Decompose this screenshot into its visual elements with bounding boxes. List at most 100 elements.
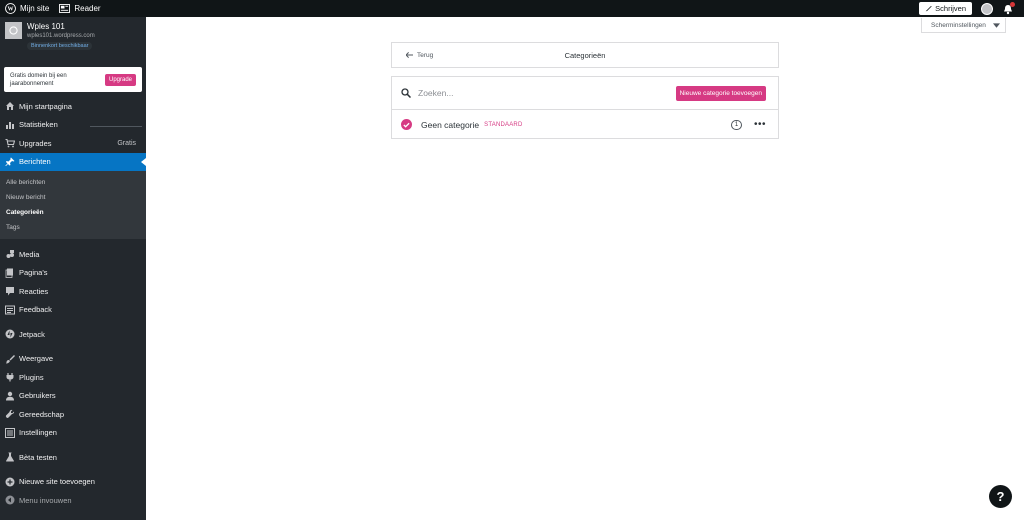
my-site-label: Mijn site (20, 4, 50, 13)
sidebar-item-label: Gereedschap (19, 409, 65, 419)
sidebar-item-stats[interactable]: Statistieken (0, 116, 146, 135)
sidebar-item-label: Media (19, 249, 40, 259)
write-button[interactable]: Schrijven (919, 2, 972, 15)
submenu-item-categories[interactable]: Categorieën (0, 205, 146, 220)
site-icon (5, 22, 22, 39)
back-label: Terug (417, 51, 434, 59)
arrow-left-icon (406, 52, 413, 58)
sidebar-item-label: Statistieken (19, 120, 58, 130)
pin-icon (5, 157, 15, 166)
sidebar-item-label: Pagina's (19, 268, 48, 278)
media-icon (6, 250, 14, 259)
screen-options-label: Scherminstellingen (931, 21, 986, 29)
page-title: Categorieën (564, 50, 606, 60)
stats-icon (6, 121, 14, 129)
sidebar-item-label: Nieuwe site toevoegen (19, 477, 95, 487)
coming-soon-badge: Binnenkort beschikbaar (27, 42, 93, 50)
sidebar-item-plugins[interactable]: Plugins (0, 368, 146, 387)
upsell-text: Gratis domein bij een jaarabonnement (10, 72, 67, 87)
sidebar-item-users[interactable]: Gebruikers (0, 387, 146, 406)
plugin-icon (6, 373, 14, 382)
submenu-item-tags[interactable]: Tags (0, 220, 146, 235)
sidebar-item-home[interactable]: Mijn startpagina (0, 97, 146, 116)
add-category-button[interactable]: Nieuwe categorie toevoegen (675, 85, 766, 101)
sidebar-item-label: Reacties (19, 286, 49, 296)
masterbar: W Mijn site Reader Schrijven (0, 0, 1024, 17)
flask-icon (6, 452, 14, 462)
sidebar-item-tools[interactable]: Gereedschap (0, 405, 146, 424)
cart-icon (5, 139, 15, 148)
more-actions-icon[interactable]: ••• (754, 119, 766, 129)
plus-circle-icon (5, 477, 15, 487)
sidebar-item-label: Feedback (19, 305, 52, 315)
feather-icon (925, 6, 932, 12)
help-button[interactable]: ? (989, 485, 1012, 508)
sidebar-item-label: Plugins (19, 372, 44, 382)
collapse-label: Menu invouwen (19, 495, 72, 505)
feedback-icon (5, 305, 15, 315)
upgrades-free-label: Gratis (117, 139, 136, 147)
sidebar-item-media[interactable]: Media (0, 245, 146, 264)
reader-label: Reader (74, 4, 101, 13)
chevron-down-icon (992, 22, 1000, 28)
sidebar-menu: Mijn startpagina Statistieken Upgrades G… (0, 97, 146, 510)
sidebar-item-label: Bèta testen (19, 452, 57, 462)
sidebar-item-label: Jetpack (19, 329, 45, 339)
domain-upsell: Gratis domein bij een jaarabonnement Upg… (4, 67, 142, 92)
sidebar-item-label: Weergave (19, 354, 54, 364)
sidebar-item-feedback[interactable]: Feedback (0, 301, 146, 320)
wrench-icon (5, 410, 15, 419)
back-button[interactable]: Terug (392, 52, 433, 59)
submenu-item-new-post[interactable]: Nieuw bericht (0, 190, 146, 205)
sidebar-item-label: Instellingen (19, 428, 57, 438)
reader-icon (59, 4, 71, 13)
category-name: Geen categorie (421, 119, 480, 130)
checkmark-icon (401, 119, 412, 130)
sidebar-item-jetpack[interactable]: Jetpack (0, 325, 146, 344)
posts-submenu: Alle berichten Nieuw bericht Categorieën… (0, 171, 146, 239)
sidebar-item-pages[interactable]: Pagina's (0, 264, 146, 283)
wordpress-logo-icon: W (5, 3, 16, 14)
collapse-icon (5, 495, 15, 505)
sidebar-item-label: Mijn startpagina (19, 101, 72, 111)
site-card[interactable]: Wples 101 wples101.wordpress.com Binnenk… (0, 17, 146, 59)
sidebar-item-settings[interactable]: Instellingen (0, 424, 146, 443)
page-header: Terug Categorieën (391, 42, 779, 68)
sidebar-item-appearance[interactable]: Weergave (0, 350, 146, 369)
post-count-badge: 1 (730, 119, 742, 130)
sidebar-item-label: Gebruikers (19, 391, 56, 401)
upgrade-button[interactable]: Upgrade (104, 73, 136, 86)
sidebar-item-upgrades[interactable]: Upgrades Gratis (0, 134, 146, 153)
write-label: Schrijven (935, 4, 966, 13)
sidebar-item-beta[interactable]: Bèta testen (0, 448, 146, 467)
sidebar: Wples 101 wples101.wordpress.com Binnenk… (0, 17, 146, 520)
search-icon[interactable] (401, 88, 411, 98)
reader-link[interactable]: Reader (54, 0, 105, 17)
settings-icon (5, 427, 15, 438)
sidebar-item-comments[interactable]: Reacties (0, 282, 146, 301)
site-url: wples101.wordpress.com (27, 33, 95, 39)
comment-icon (6, 287, 14, 296)
svg-text:W: W (7, 7, 13, 13)
site-name: Wples 101 (27, 22, 65, 31)
screen-options-button[interactable]: Scherminstellingen (921, 18, 1006, 33)
stats-sparkline (90, 125, 142, 127)
jetpack-icon (5, 329, 15, 339)
home-icon (6, 102, 14, 111)
sidebar-collapse-menu[interactable]: Menu invouwen (0, 491, 146, 510)
paintbrush-icon (6, 354, 15, 364)
sidebar-item-label: Berichten (19, 157, 51, 167)
notifications-button[interactable] (1002, 1, 1015, 15)
default-badge: STANDAARD (484, 121, 523, 128)
search-input[interactable]: Zoeken... (418, 88, 453, 98)
submenu-item-all-posts[interactable]: Alle berichten (0, 175, 146, 190)
sidebar-item-add-site[interactable]: Nieuwe site toevoegen (0, 473, 146, 492)
sidebar-item-posts[interactable]: Berichten (0, 152, 146, 171)
notification-dot (1010, 1, 1015, 7)
pages-icon (5, 268, 13, 278)
user-icon (6, 391, 14, 401)
avatar[interactable] (981, 2, 993, 15)
my-site-link[interactable]: W Mijn site (0, 0, 54, 17)
globe-icon (9, 26, 18, 35)
list-item[interactable]: Geen categorie STANDAARD 1 ••• (392, 110, 778, 139)
